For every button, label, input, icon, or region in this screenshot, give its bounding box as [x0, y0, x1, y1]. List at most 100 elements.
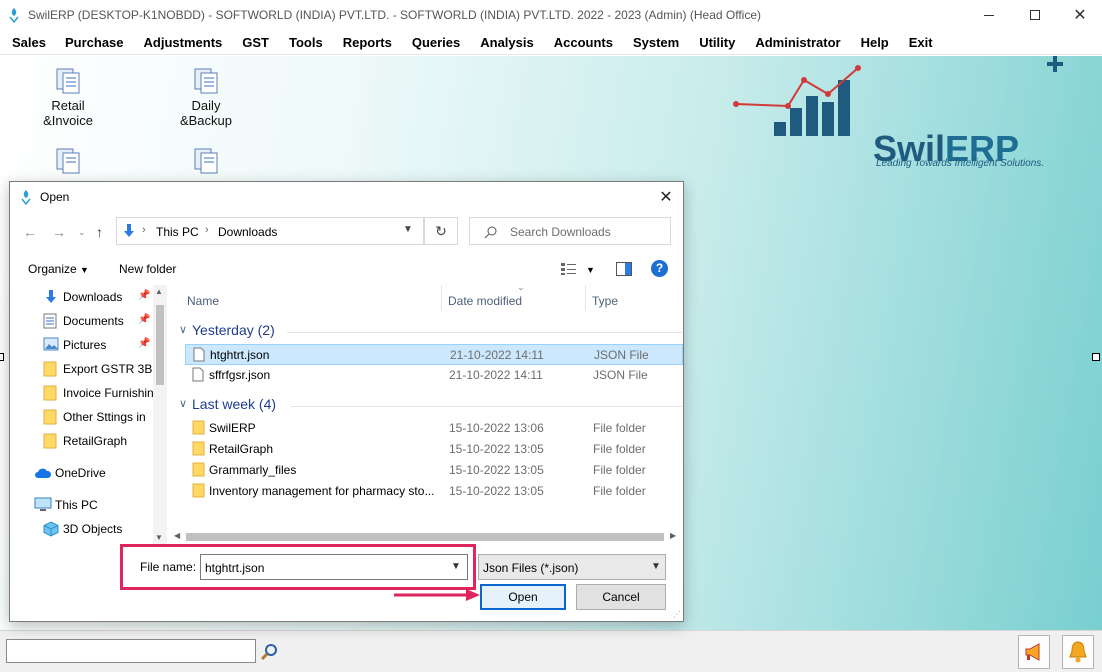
organize-label: Organize [28, 262, 77, 276]
magnifier-icon[interactable] [260, 643, 278, 661]
command-bar: Organize ▼ New folder ▼ ? [10, 254, 683, 284]
column-header-date[interactable]: Date modified [448, 294, 522, 308]
nav-item-this-pc[interactable]: This PC [10, 493, 155, 517]
column-divider[interactable] [585, 285, 586, 311]
close-button[interactable]: ✕ [1057, 0, 1102, 30]
scroll-right-icon[interactable]: ▶ [670, 531, 676, 540]
folder-row[interactable]: RetailGraph 15-10-2022 13:05 File folder [185, 439, 683, 460]
folder-row[interactable]: SwilERP 15-10-2022 13:06 File folder [185, 418, 683, 439]
navigation-pane-scrollbar[interactable]: ▲ ▼ [153, 285, 167, 545]
scrollbar-thumb[interactable] [186, 533, 664, 541]
annotation-highlight-box [120, 544, 476, 590]
nav-item-folder[interactable]: Invoice Furnishin [10, 381, 155, 405]
new-folder-button[interactable]: New folder [119, 262, 176, 276]
group-label: Last week (4) [192, 396, 277, 412]
group-header-last-week[interactable]: ∨ Last week (4) [175, 394, 682, 416]
open-button[interactable]: Open [480, 584, 566, 610]
nav-item-documents[interactable]: Documents 📌 [10, 309, 155, 333]
scroll-down-icon[interactable]: ▼ [155, 533, 163, 542]
chevron-down-icon: ∨ [179, 324, 188, 336]
nav-item-downloads[interactable]: Downloads 📌 [10, 285, 155, 309]
file-name: RetailGraph [209, 442, 274, 456]
up-arrow-icon[interactable]: ↑ [96, 224, 103, 240]
recent-locations-chevron-icon[interactable]: ⌄ [78, 227, 86, 238]
folder-icon [43, 361, 57, 377]
menu-purchase[interactable]: Purchase [65, 30, 124, 54]
view-options-icon[interactable] [560, 262, 578, 276]
preview-pane-icon[interactable] [616, 262, 632, 276]
chevron-down-icon: ∨ [179, 398, 188, 410]
resize-grip-icon[interactable]: ⋰ [673, 610, 681, 619]
shortcut-partial[interactable] [28, 148, 108, 178]
document-icon [43, 313, 57, 329]
shortcut-partial[interactable] [166, 148, 246, 178]
back-arrow-icon[interactable]: ← [23, 224, 37, 240]
dialog-close-button[interactable]: ✕ [655, 186, 677, 208]
organize-button[interactable]: Organize ▼ [28, 262, 89, 276]
menu-queries[interactable]: Queries [412, 30, 460, 54]
resize-handle-left[interactable] [0, 353, 4, 361]
column-divider[interactable] [441, 285, 442, 311]
file-name: Grammarly_files [209, 463, 297, 477]
scroll-left-icon[interactable]: ◀ [174, 531, 180, 540]
nav-item-onedrive[interactable]: OneDrive [10, 461, 155, 485]
daily-backup-shortcut[interactable]: Daily &Backup [166, 68, 246, 128]
document-stack-icon [194, 148, 218, 174]
breadcrumb-downloads[interactable]: Downloads [218, 225, 277, 239]
file-type-select[interactable]: Json Files (*.json) ▼ [478, 554, 666, 580]
scrollbar-thumb[interactable] [156, 305, 164, 385]
status-search-input[interactable] [6, 639, 256, 663]
navigation-row: ← → ⌄ ↑ › This PC › Downloads ▼ ↻ Search… [10, 216, 683, 248]
maximize-button[interactable] [1012, 0, 1058, 30]
folder-icon [43, 409, 57, 425]
folder-icon [192, 462, 205, 477]
file-list-horizontal-scrollbar[interactable]: ◀ ▶ [170, 530, 684, 544]
folder-row[interactable]: Grammarly_files 15-10-2022 13:05 File fo… [185, 460, 683, 481]
cancel-button[interactable]: Cancel [576, 584, 666, 610]
folder-icon [192, 441, 205, 456]
column-header-name[interactable]: Name [187, 294, 219, 308]
chevron-down-icon[interactable]: ▼ [403, 224, 413, 235]
menu-reports[interactable]: Reports [343, 30, 392, 54]
menu-tools[interactable]: Tools [289, 30, 323, 54]
forward-arrow-icon[interactable]: → [52, 224, 66, 240]
minimize-button[interactable] [966, 0, 1012, 30]
column-header-type[interactable]: Type [592, 294, 618, 308]
menu-adjustments[interactable]: Adjustments [144, 30, 223, 54]
folder-row[interactable]: Inventory management for pharmacy sto...… [185, 481, 683, 502]
menu-accounts[interactable]: Accounts [554, 30, 613, 54]
notification-button[interactable] [1062, 635, 1094, 669]
menu-gst[interactable]: GST [242, 30, 269, 54]
pin-icon: 📌 [138, 338, 151, 349]
file-type: File folder [593, 421, 646, 435]
file-row[interactable]: sffrfgsr.json 21-10-2022 14:11 JSON File [185, 365, 683, 386]
search-input[interactable]: Search Downloads [469, 217, 671, 245]
nav-item-folder[interactable]: Other Sttings in [10, 405, 155, 429]
help-icon[interactable]: ? [651, 260, 668, 277]
resize-handle-right[interactable] [1092, 353, 1100, 361]
group-divider [287, 332, 682, 333]
scroll-up-icon[interactable]: ▲ [155, 287, 163, 296]
nav-item-3d-objects[interactable]: 3D Objects [10, 517, 155, 541]
address-bar[interactable]: › This PC › Downloads ▼ [116, 217, 424, 245]
retail-invoice-shortcut[interactable]: Retail &Invoice [28, 68, 108, 128]
file-list: Name Date modified ⌄ Type ∨ Yesterday (2… [175, 285, 684, 535]
refresh-button[interactable]: ↻ [424, 217, 458, 245]
menu-analysis[interactable]: Analysis [480, 30, 533, 54]
file-row[interactable]: htghtrt.json 21-10-2022 14:11 JSON File [185, 344, 683, 365]
breadcrumb-this-pc[interactable]: This PC [156, 225, 199, 239]
nav-item-folder[interactable]: Export GSTR 3B ( [10, 357, 155, 381]
group-header-yesterday[interactable]: ∨ Yesterday (2) [175, 320, 682, 342]
menu-sales[interactable]: Sales [12, 30, 46, 54]
view-chevron-down-icon[interactable]: ▼ [586, 265, 595, 275]
search-placeholder: Search Downloads [510, 225, 611, 239]
nav-item-folder[interactable]: RetailGraph [10, 429, 155, 453]
cube-icon [43, 521, 59, 537]
minimize-icon [984, 14, 994, 16]
announcement-button[interactable] [1018, 635, 1050, 669]
breadcrumb-separator-icon: › [205, 224, 209, 236]
menu-utility[interactable]: Utility [699, 30, 735, 54]
pin-icon: 📌 [138, 314, 151, 325]
nav-item-pictures[interactable]: Pictures 📌 [10, 333, 155, 357]
menu-system[interactable]: System [633, 30, 679, 54]
